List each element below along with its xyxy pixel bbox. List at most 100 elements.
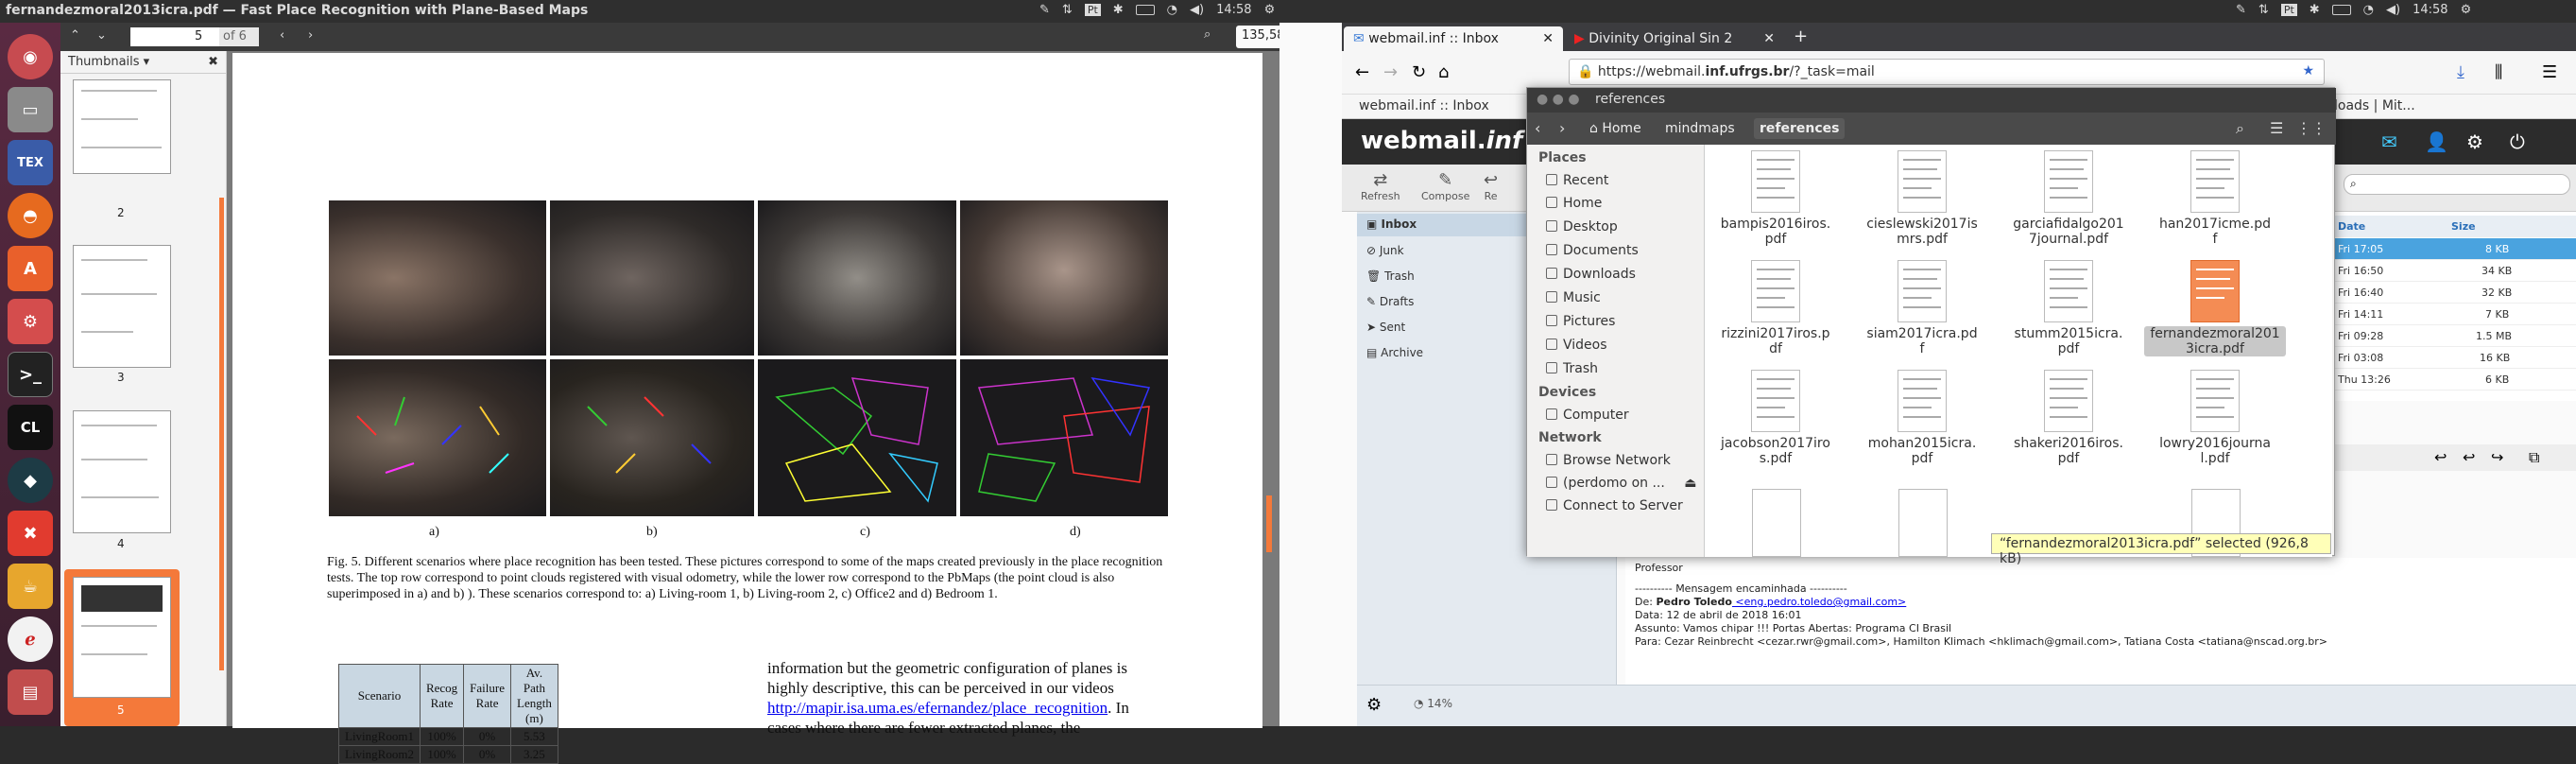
sidebar-item-pictures[interactable]: Pictures bbox=[1546, 314, 1615, 329]
scrollbar[interactable] bbox=[1266, 495, 1272, 552]
list-view-icon[interactable]: ☰ bbox=[2270, 119, 2283, 137]
settings-icon[interactable]: ⚙ bbox=[8, 299, 53, 344]
close-icon[interactable]: ✕ bbox=[1763, 31, 1775, 46]
battery-icon[interactable] bbox=[2331, 5, 2351, 15]
thumbnail-selected[interactable]: 5 bbox=[64, 569, 180, 726]
power-icon[interactable]: ⏻ bbox=[2510, 130, 2525, 153]
sidebar-item-computer[interactable]: Computer bbox=[1546, 408, 1629, 423]
language-icon[interactable]: Pt bbox=[1084, 4, 1101, 16]
thumbnail-page[interactable] bbox=[73, 79, 171, 174]
user-icon[interactable]: 👤 bbox=[2425, 130, 2448, 153]
breadcrumb-mindmaps[interactable]: mindmaps bbox=[1659, 118, 1741, 139]
xmind-icon[interactable]: ✖ bbox=[8, 511, 53, 556]
page-number-input[interactable]: 5 bbox=[191, 27, 219, 46]
table-row[interactable]: Fri 16:50 34 KB bbox=[2334, 260, 2576, 282]
sidebar-item-videos[interactable]: Videos bbox=[1546, 338, 1607, 353]
document-viewer-icon[interactable]: ▤ bbox=[8, 669, 53, 715]
evince-icon[interactable]: ℯ bbox=[8, 616, 53, 662]
refresh-button[interactable]: ⇄ Refresh bbox=[1361, 170, 1400, 202]
file-item[interactable]: stumm2015icra.pdf bbox=[1998, 260, 2139, 356]
folder-sent[interactable]: ➤ Sent bbox=[1366, 321, 1405, 334]
bluetooth-icon[interactable]: ✱ bbox=[2310, 3, 2320, 17]
software-center-icon[interactable]: A bbox=[8, 246, 53, 291]
table-row[interactable]: Fri 17:05 8 KB bbox=[2334, 238, 2576, 260]
thumbnail-page[interactable] bbox=[73, 410, 171, 533]
forward-icon[interactable]: → bbox=[1383, 62, 1398, 82]
file-item[interactable]: bampis2016iros.pdf bbox=[1705, 150, 1846, 247]
table-row[interactable]: Fri 16:40 32 KB bbox=[2334, 282, 2576, 304]
file-item[interactable]: lowry2016journal.pdf bbox=[2144, 370, 2286, 466]
sidebar-item-downloads[interactable]: Downloads bbox=[1546, 267, 1636, 282]
download-icon[interactable]: ⤓ bbox=[2457, 62, 2464, 82]
battery-icon[interactable] bbox=[1135, 5, 1155, 15]
grid-view-icon[interactable]: ⋮⋮ bbox=[2296, 119, 2327, 137]
language-icon[interactable]: Pt bbox=[2280, 4, 2297, 16]
wifi-icon[interactable]: ◔ bbox=[1167, 3, 1177, 17]
clion-icon[interactable]: CL bbox=[8, 405, 53, 450]
back-icon[interactable]: ‹ bbox=[1535, 119, 1540, 137]
volume-icon[interactable]: ◀) bbox=[1190, 3, 1204, 17]
texmaker-icon[interactable]: TEX bbox=[8, 140, 53, 185]
folder-drafts[interactable]: ✎ Drafts bbox=[1366, 295, 1414, 308]
transfer-icon[interactable]: ⇅ bbox=[1062, 3, 1073, 17]
keyboard-icon[interactable]: ✎ bbox=[1039, 3, 1050, 17]
clock[interactable]: 14:58 bbox=[2413, 3, 2447, 17]
sidebar-item-home[interactable]: Home bbox=[1546, 196, 1602, 211]
gear-icon[interactable]: ⚙ bbox=[2461, 3, 2472, 17]
file-item[interactable]: jacobson2017iros.pdf bbox=[1705, 370, 1846, 466]
search-icon[interactable]: ⌕ bbox=[2236, 119, 2244, 138]
minimize-icon[interactable]: ● bbox=[1553, 92, 1564, 107]
sidebar-item-connect-server[interactable]: Connect to Server bbox=[1546, 498, 1683, 513]
sidebar-item-recent[interactable]: Recent bbox=[1546, 173, 1608, 188]
wifi-icon[interactable]: ◔ bbox=[2363, 3, 2374, 17]
forward-icon[interactable]: ↪ bbox=[2491, 448, 2503, 466]
eject-icon[interactable]: ⏏ bbox=[1684, 476, 1696, 491]
forward-icon[interactable]: › bbox=[1559, 119, 1565, 137]
breadcrumb-references[interactable]: references bbox=[1754, 118, 1846, 139]
app-icon[interactable]: ◆ bbox=[8, 458, 53, 503]
keyboard-icon[interactable]: ✎ bbox=[2236, 3, 2246, 17]
clock[interactable]: 14:58 bbox=[1216, 3, 1251, 17]
chevron-up-icon[interactable]: ⌃ bbox=[70, 28, 80, 43]
star-icon[interactable]: ★ bbox=[2302, 63, 2314, 78]
table-row[interactable]: Fri 14:11 7 KB bbox=[2334, 304, 2576, 325]
folder-trash[interactable]: 🗑 Trash bbox=[1366, 269, 1415, 283]
forward-icon[interactable]: › bbox=[308, 28, 313, 43]
reload-icon[interactable]: ↻ bbox=[1412, 62, 1426, 82]
folder-junk[interactable]: ⊘ Junk bbox=[1366, 244, 1404, 257]
sidebar-item-documents[interactable]: Documents bbox=[1546, 243, 1639, 258]
teapot-icon[interactable]: ☕ bbox=[8, 564, 53, 609]
reply-icon[interactable]: ↩ bbox=[2434, 448, 2447, 466]
home-icon[interactable]: ⌂ bbox=[1438, 62, 1449, 82]
reply-all-icon[interactable]: ↩ bbox=[2463, 448, 2475, 466]
transfer-icon[interactable]: ⇅ bbox=[2258, 3, 2269, 17]
back-icon[interactable]: ← bbox=[1355, 62, 1369, 82]
open-icon[interactable]: ⧉ bbox=[2529, 448, 2539, 467]
sidebar-item-music[interactable]: Music bbox=[1546, 290, 1601, 305]
new-tab-icon[interactable]: + bbox=[1794, 26, 1808, 46]
tab-webmail[interactable]: ✉ webmail.inf :: Inbox ✕ bbox=[1344, 26, 1563, 51]
table-row[interactable]: Fri 03:08 16 KB bbox=[2334, 347, 2576, 369]
ubuntu-dash-icon[interactable]: ◉ bbox=[8, 34, 53, 79]
sidebar-item-desktop[interactable]: Desktop bbox=[1546, 219, 1618, 234]
file-item[interactable] bbox=[1752, 489, 1801, 557]
bookmark-item[interactable]: loads | Mit... bbox=[2334, 98, 2415, 113]
search-icon[interactable]: ⌕ bbox=[1204, 27, 1211, 42]
gear-icon[interactable]: ⚙ bbox=[1264, 3, 1276, 17]
file-item[interactable]: siam2017icra.pdf bbox=[1851, 260, 1993, 356]
file-item[interactable]: han2017icme.pdf bbox=[2144, 150, 2286, 247]
reply-button[interactable]: ↩ Re bbox=[1484, 170, 1498, 202]
settings-icon[interactable]: ⚙ bbox=[1366, 695, 1382, 715]
mail-icon[interactable]: ✉ bbox=[2381, 130, 2397, 153]
file-item-selected[interactable]: fernandezmoral2013icra.pdf bbox=[2144, 260, 2286, 356]
firefox-icon[interactable]: ◓ bbox=[8, 193, 53, 238]
sidebar-mode-select[interactable]: Thumbnails ▾ bbox=[68, 55, 149, 69]
folder-archive[interactable]: ▤ Archive bbox=[1366, 346, 1423, 359]
file-item[interactable]: mohan2015icra.pdf bbox=[1851, 370, 1993, 466]
menu-icon[interactable]: ☰ bbox=[2542, 62, 2557, 82]
sidebar-item-remote-mount[interactable]: (perdomo on ... ⏏ bbox=[1546, 476, 1697, 491]
table-row[interactable]: Thu 13:26 6 KB bbox=[2334, 369, 2576, 391]
table-row[interactable]: Fri 09:28 1.5 MB bbox=[2334, 325, 2576, 347]
volume-icon[interactable]: ◀) bbox=[2386, 3, 2400, 17]
maximize-icon[interactable]: ● bbox=[1568, 92, 1579, 107]
